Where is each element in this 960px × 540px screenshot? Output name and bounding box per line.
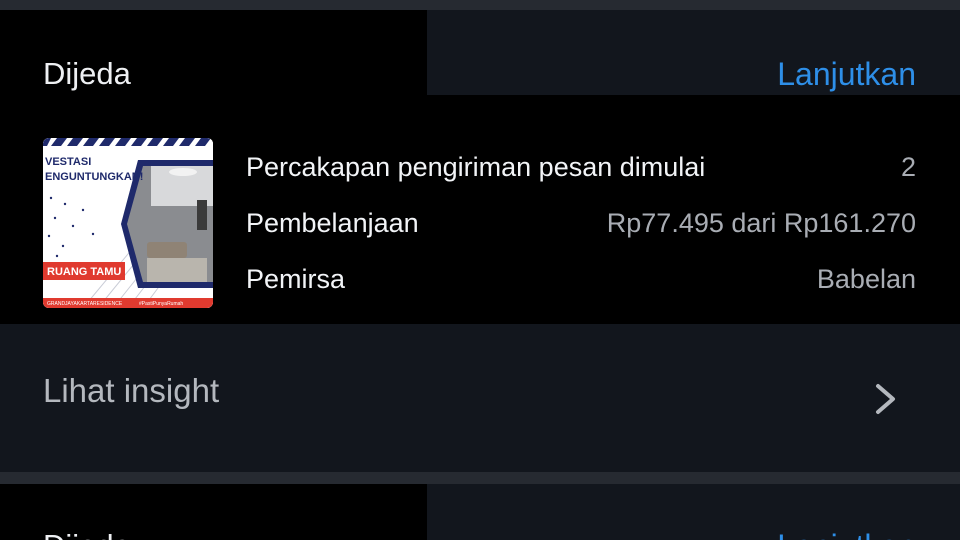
svg-text:VESTASI: VESTASI [45,156,91,168]
status-label: Dijeda [43,56,131,91]
ad-list-screen: Dijeda Lanjutkan VESTASI ENGUNTUNGKAN! R… [0,0,960,540]
metric-row-audience: Pemirsa Babelan [246,261,916,297]
metric-row-spend: Pembelanjaan Rp77.495 dari Rp161.270 [246,205,916,241]
metric-label: Percakapan pengiriman pesan dimulai [246,152,706,182]
view-insights-label: Lihat insight [43,372,220,409]
ad-thumbnail[interactable]: VESTASI ENGUNTUNGKAN! RUANG TAMU GRANDJA… [43,138,213,308]
resume-button[interactable]: Lanjutkan [777,56,916,92]
metric-label: Pemirsa [246,264,346,294]
metric-label: Pembelanjaan [246,208,419,238]
svg-text:#PastiPunyaRumah: #PastiPunyaRumah [139,301,183,307]
chevron-right-icon [876,384,895,414]
svg-text:ENGUNTUNGKAN!: ENGUNTUNGKAN! [45,171,143,183]
view-insights-button[interactable]: Lihat insight [0,324,960,472]
svg-text:RUANG TAMU: RUANG TAMU [47,266,121,278]
ad-card: Dijeda Lanjutkan [0,10,960,472]
resume-button[interactable]: Lanjutkan [777,528,916,540]
card-header: Dijeda Lanjutkan [0,10,960,95]
metric-row-conversations: Percakapan pengiriman pesan dimulai 2 [246,149,916,185]
ad-card: Dijeda Lanjutkan [0,484,960,540]
svg-text:GRANDJAYAKARTARESIDENCE: GRANDJAYAKARTARESIDENCE [47,301,123,307]
metric-value: 2 [900,152,916,182]
status-label: Dijeda [43,528,131,540]
metric-value: Babelan [816,264,916,294]
card-body: VESTASI ENGUNTUNGKAN! RUANG TAMU GRANDJA… [0,95,960,324]
metric-value: Rp77.495 dari Rp161.270 [606,208,916,238]
top-divider [0,0,960,10]
